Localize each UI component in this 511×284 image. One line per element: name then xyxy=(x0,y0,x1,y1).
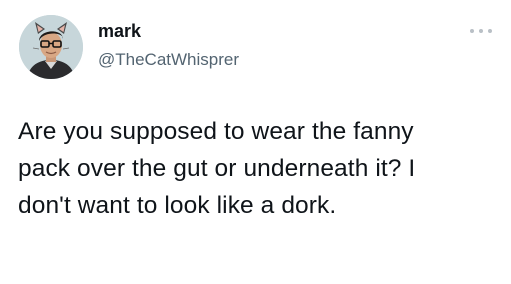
author-display-name[interactable]: mark xyxy=(98,20,141,42)
ellipsis-horizontal-icon xyxy=(470,29,474,33)
more-options-button[interactable] xyxy=(470,24,492,38)
tweet-text-line: don't want to look like a dork. xyxy=(18,192,337,219)
tweet-text-line: Are you supposed to wear the fanny xyxy=(18,118,414,145)
avatar[interactable] xyxy=(19,15,83,79)
profile-photo-icon xyxy=(19,15,83,79)
author-handle[interactable]: @TheCatWhisprer xyxy=(98,49,239,71)
ellipsis-dot xyxy=(479,29,483,33)
tweet-text-line: pack over the gut or underneath it? I xyxy=(18,155,416,182)
ellipsis-dot xyxy=(488,29,492,33)
tweet-card: mark @TheCatWhisprer Are you supposed to… xyxy=(0,0,511,284)
tweet-text: Are you supposed to wear the fanny pack … xyxy=(18,113,498,224)
